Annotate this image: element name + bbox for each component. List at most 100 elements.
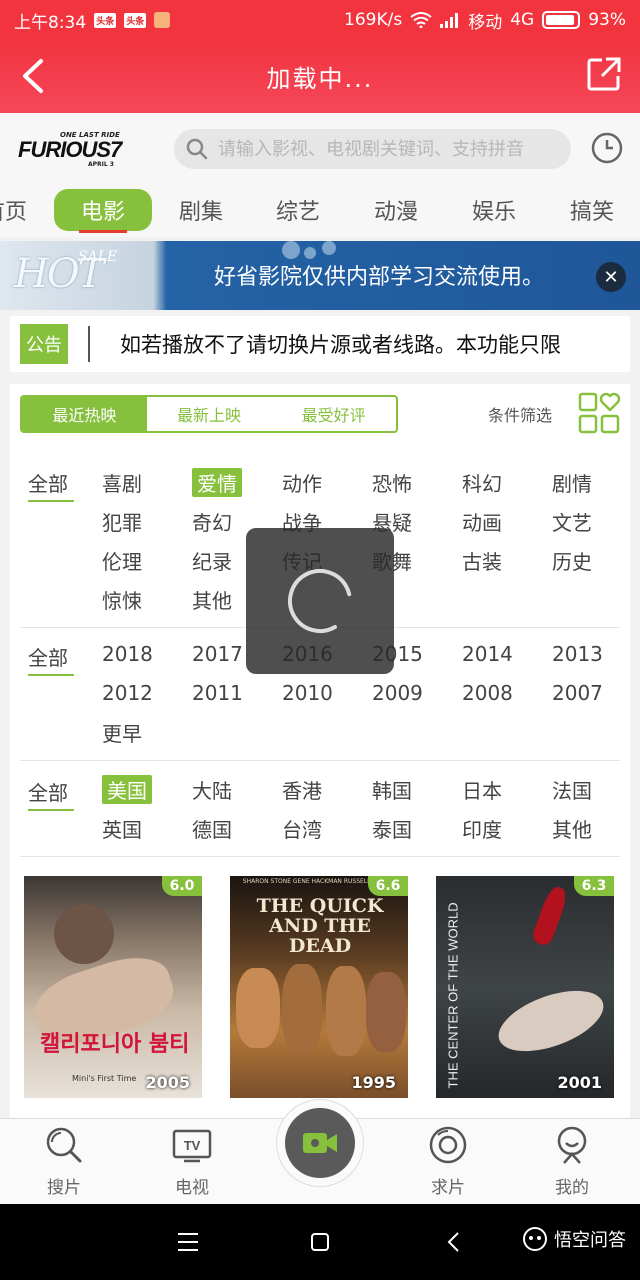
year-all[interactable]: 全部 <box>28 642 68 671</box>
genre-option[interactable]: 惊悚 <box>102 585 142 613</box>
year-option[interactable]: 2007 <box>552 679 603 707</box>
movie-poster-1[interactable]: 캘리포니아 붐티 Mini's First Time 6.0 2005 <box>24 876 202 1098</box>
promo-banner[interactable]: HOT SALE 好省影院仅供内部学习交流使用。 ✕ <box>0 241 640 310</box>
svg-text:TV: TV <box>184 1138 201 1153</box>
furious7-logo[interactable]: ONE LAST RIDE FURIOUS7 APRIL 3 <box>18 131 158 173</box>
wukong-logo-icon <box>523 1227 547 1251</box>
year-option[interactable]: 2014 <box>462 640 513 668</box>
grid-view-button[interactable] <box>578 390 624 436</box>
page-title: 加载中... <box>266 65 374 93</box>
region-option[interactable]: 德国 <box>192 814 232 842</box>
network-type: 4G <box>510 10 535 30</box>
genre-option[interactable]: 科幻 <box>462 468 502 496</box>
tab-anime[interactable]: 动漫 <box>347 189 445 231</box>
nav-video-button[interactable] <box>276 1099 364 1187</box>
toutiao-notification-icon: 头条 <box>94 12 117 28</box>
region-option[interactable]: 韩国 <box>372 775 412 803</box>
region-option[interactable]: 大陆 <box>192 775 232 803</box>
sort-newest[interactable]: 最新上映 <box>147 397 272 431</box>
tab-entertainment[interactable]: 娱乐 <box>445 189 543 231</box>
genre-option[interactable]: 其他 <box>192 585 232 613</box>
year-option[interactable]: 2017 <box>192 640 243 668</box>
search-input[interactable] <box>218 138 558 160</box>
sort-recent-hot[interactable]: 最近热映 <box>22 397 147 431</box>
year-option[interactable]: 2018 <box>102 640 153 668</box>
search-icon <box>186 138 208 160</box>
genre-option[interactable]: 爱情 <box>192 467 242 497</box>
home-icon[interactable] <box>310 1232 330 1252</box>
year-option[interactable]: 2013 <box>552 640 603 668</box>
signal-icon <box>440 13 459 28</box>
sort-top-rated[interactable]: 最受好评 <box>271 397 396 431</box>
request-icon <box>429 1126 467 1164</box>
region-option[interactable]: 日本 <box>462 775 502 803</box>
year-option[interactable]: 2008 <box>462 679 513 707</box>
back-button[interactable] <box>10 54 54 98</box>
genre-option[interactable]: 历史 <box>552 546 592 574</box>
search-movies-icon <box>46 1127 82 1163</box>
poster-3-title: THE CENTER OF THE WORLD <box>445 902 461 1089</box>
search-row: ONE LAST RIDE FURIOUS7 APRIL 3 <box>0 113 640 187</box>
clock-icon <box>591 132 623 164</box>
filter-label[interactable]: 条件筛选 <box>488 402 552 426</box>
region-option[interactable]: 印度 <box>462 814 502 842</box>
tab-home[interactable]: 首页 <box>0 189 54 231</box>
year-option[interactable]: 2012 <box>102 679 153 707</box>
tab-series[interactable]: 剧集 <box>152 189 250 231</box>
banner-close-button[interactable]: ✕ <box>596 262 626 292</box>
region-all[interactable]: 全部 <box>28 777 68 806</box>
notice-bar: 公告 如若播放不了请切换片源或者线路。本功能只限 <box>10 316 630 372</box>
genre-all[interactable]: 全部 <box>28 468 68 497</box>
wifi-icon <box>410 12 432 28</box>
banner-text: 好省影院仅供内部学习交流使用。 <box>214 265 545 290</box>
genre-option[interactable]: 动作 <box>282 468 322 496</box>
share-icon <box>587 57 621 91</box>
genre-option[interactable]: 恐怖 <box>372 468 412 496</box>
genre-option[interactable]: 纪录 <box>192 546 232 574</box>
region-option[interactable]: 英国 <box>102 814 142 842</box>
rating-badge: 6.0 <box>162 876 202 896</box>
tab-variety[interactable]: 综艺 <box>249 189 347 231</box>
nav-tv[interactable]: TV 电视 <box>152 1125 232 1198</box>
video-camera-icon <box>303 1133 337 1153</box>
search-bar[interactable] <box>174 129 571 169</box>
nav-search-movies[interactable]: 搜片 <box>24 1125 104 1198</box>
history-button[interactable] <box>590 131 624 165</box>
region-option[interactable]: 美国 <box>102 774 152 804</box>
genre-option[interactable]: 犯罪 <box>102 507 142 535</box>
tab-movies[interactable]: 电影 <box>54 189 152 231</box>
poster-1-subtitle: Mini's First Time <box>72 1074 137 1083</box>
region-option[interactable]: 香港 <box>282 775 322 803</box>
menu-icon[interactable] <box>177 1232 199 1252</box>
poster-2-title: THE QUICK AND THE DEAD <box>256 895 384 957</box>
region-option[interactable]: 台湾 <box>282 814 322 842</box>
poster-1-title: 캘리포니아 붐티 <box>40 1031 190 1057</box>
region-option[interactable]: 其他 <box>552 814 592 842</box>
share-button[interactable] <box>586 56 626 96</box>
sort-segment: 最近热映 最新上映 最受好评 <box>20 395 398 433</box>
year-option[interactable]: 2011 <box>192 679 243 707</box>
genre-option[interactable]: 动画 <box>462 507 502 535</box>
network-speed: 169K/s <box>344 10 403 30</box>
genre-option[interactable]: 文艺 <box>552 507 592 535</box>
genre-option[interactable]: 喜剧 <box>102 468 142 496</box>
genre-option[interactable]: 剧情 <box>552 468 592 496</box>
release-year: 2001 <box>557 1073 602 1092</box>
tab-funny[interactable]: 搞笑 <box>543 189 640 231</box>
tv-icon: TV <box>172 1129 212 1163</box>
region-option[interactable]: 法国 <box>552 775 592 803</box>
genre-option[interactable]: 伦理 <box>102 546 142 574</box>
year-option[interactable]: 2010 <box>282 679 333 707</box>
movie-poster-2[interactable]: SHARON STONE GENE HACKMAN RUSSELL CROWE … <box>230 876 408 1098</box>
nav-request-movie[interactable]: 求片 <box>408 1125 488 1198</box>
genre-option[interactable]: 奇幻 <box>192 507 232 535</box>
year-option[interactable]: 更早 <box>102 718 142 746</box>
year-option[interactable]: 2009 <box>372 679 423 707</box>
active-tab-indicator <box>79 230 127 233</box>
region-option[interactable]: 泰国 <box>372 814 412 842</box>
nav-profile[interactable]: 我的 <box>532 1125 612 1198</box>
back-icon[interactable] <box>446 1231 460 1253</box>
movie-poster-3[interactable]: THE CENTER OF THE WORLD 6.3 2001 <box>436 876 614 1098</box>
genre-option[interactable]: 古装 <box>462 546 502 574</box>
rating-badge: 6.6 <box>368 876 408 896</box>
